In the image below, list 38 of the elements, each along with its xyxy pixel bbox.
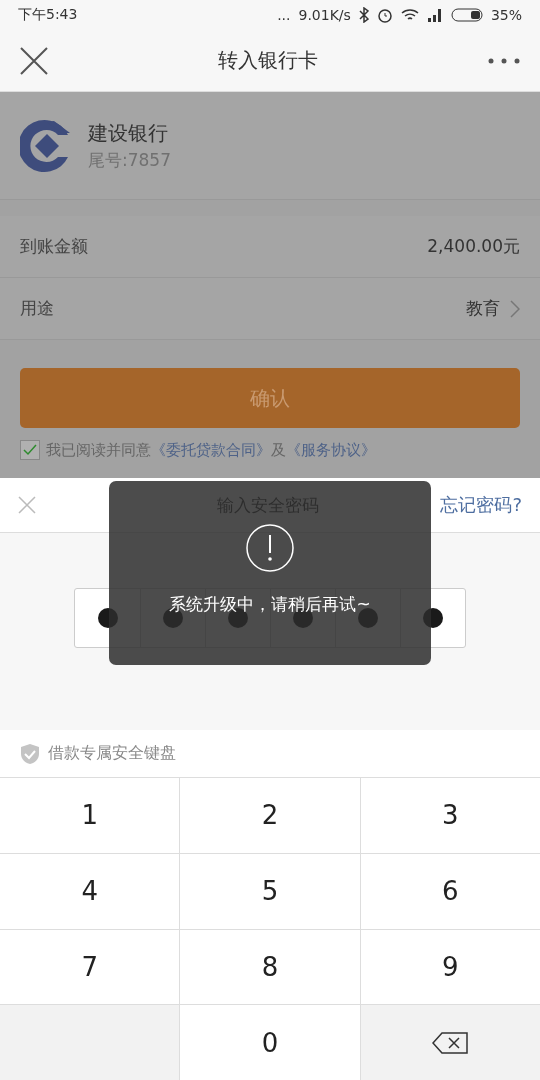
- agreement-text: 我已阅读并同意: [46, 440, 151, 460]
- digit-key[interactable]: 4: [0, 853, 180, 929]
- alarm-icon: [376, 7, 393, 23]
- toast-message: 系统升级中，请稍后再试~: [169, 593, 371, 616]
- digit-key[interactable]: 7: [0, 929, 180, 1005]
- keyboard-title: 借款专属安全键盘: [48, 743, 176, 764]
- bluetooth-icon: [358, 7, 369, 23]
- digit-key[interactable]: 1: [0, 778, 180, 853]
- more-icon[interactable]: [488, 57, 520, 64]
- agreement-text: 及: [271, 440, 286, 460]
- digit-key[interactable]: 6: [360, 853, 540, 929]
- shield-icon: [20, 742, 40, 765]
- close-icon[interactable]: [20, 46, 48, 75]
- row-label: 到账金额: [20, 235, 88, 258]
- signal-icon: [426, 8, 443, 22]
- battery-percent: 35%: [490, 7, 522, 23]
- network-speed: 9.01K/s: [298, 7, 351, 23]
- digit-key[interactable]: 5: [180, 853, 360, 929]
- bank-name: 建设银行: [88, 119, 169, 147]
- wifi-icon: [400, 8, 419, 22]
- agree-checkbox[interactable]: [20, 440, 40, 460]
- row-value: 2,400.00元: [427, 235, 520, 258]
- chevron-icon: [510, 299, 520, 318]
- digit-key[interactable]: 0: [180, 1005, 360, 1080]
- row-value: 教育: [466, 297, 500, 320]
- digit-key[interactable]: 9: [360, 929, 540, 1005]
- forgot-password-link[interactable]: 忘记密码?: [440, 493, 522, 517]
- digit-key[interactable]: 2: [180, 778, 360, 853]
- backspace-icon: [432, 1031, 469, 1054]
- warning-icon: [245, 523, 295, 573]
- digit-key[interactable]: 3: [360, 778, 540, 853]
- page-title: 转入银行卡: [217, 47, 319, 74]
- backspace-key[interactable]: [360, 1005, 540, 1080]
- battery-icon: [450, 8, 483, 22]
- digit-key[interactable]: 8: [180, 929, 360, 1005]
- status-more: ...: [277, 7, 291, 23]
- status-time: 下午5:43: [18, 6, 78, 24]
- row-label: 用途: [20, 297, 54, 320]
